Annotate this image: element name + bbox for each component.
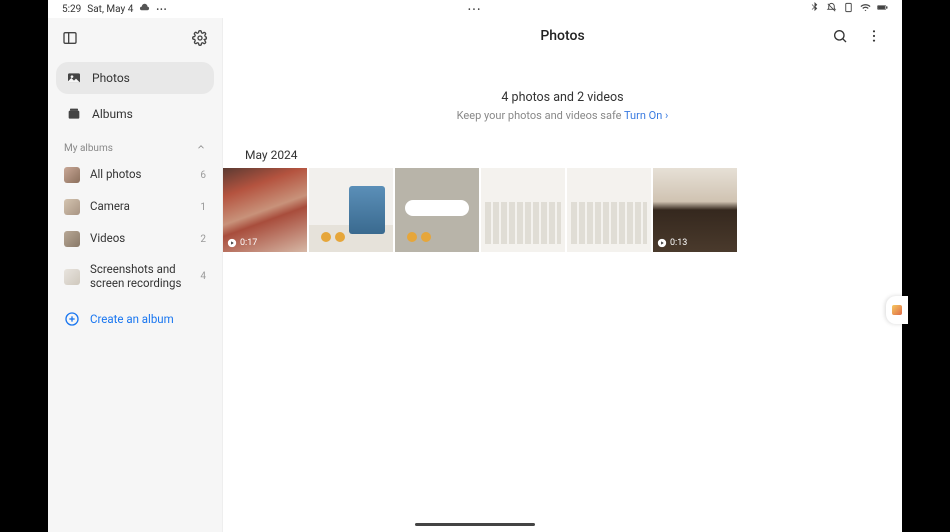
album-count: 6 bbox=[200, 170, 206, 181]
media-item-photo[interactable] bbox=[567, 168, 651, 252]
album-label: All photos bbox=[90, 168, 190, 182]
album-label: Videos bbox=[90, 232, 190, 246]
more-icon[interactable] bbox=[866, 28, 882, 48]
album-camera[interactable]: Camera 1 bbox=[48, 191, 222, 223]
media-item-photo[interactable] bbox=[309, 168, 393, 252]
cloud-icon bbox=[139, 2, 150, 16]
wifi-icon bbox=[860, 2, 871, 16]
status-date: Sat, May 4 bbox=[87, 4, 133, 15]
album-count: 1 bbox=[200, 202, 206, 213]
bluetooth-icon bbox=[809, 2, 820, 16]
tablet-icon bbox=[843, 2, 854, 16]
dnd-icon bbox=[826, 2, 837, 16]
sidebar: Photos Albums My albums All photos 6 Cam… bbox=[48, 18, 223, 532]
create-album-label: Create an album bbox=[90, 312, 174, 326]
nav-photos[interactable]: Photos bbox=[56, 62, 214, 94]
my-albums-title: My albums bbox=[64, 143, 113, 154]
media-item-photo[interactable] bbox=[481, 168, 565, 252]
chevron-up-icon bbox=[196, 142, 206, 155]
media-item-video[interactable]: 0:13 bbox=[653, 168, 737, 252]
battery-icon bbox=[877, 2, 888, 16]
photo-grid: 0:17 0:13 bbox=[223, 168, 902, 252]
nav-albums-label: Albums bbox=[92, 107, 133, 121]
camera-notch-dots: ••• bbox=[468, 5, 482, 14]
my-albums-header[interactable]: My albums bbox=[48, 132, 222, 159]
status-bar: 5:29 Sat, May 4 ••• ••• bbox=[48, 0, 902, 18]
search-icon[interactable] bbox=[832, 28, 848, 48]
nav-albums[interactable]: Albums bbox=[56, 98, 214, 130]
video-badge: 0:13 bbox=[657, 238, 687, 248]
album-count: 2 bbox=[200, 234, 206, 245]
home-indicator[interactable] bbox=[415, 523, 535, 526]
album-thumb bbox=[64, 167, 80, 183]
nav-photos-label: Photos bbox=[92, 71, 130, 85]
media-summary: 4 photos and 2 videos bbox=[223, 90, 902, 105]
album-screenshots[interactable]: Screenshots and screen recordings 4 bbox=[48, 255, 222, 299]
media-item-video[interactable]: 0:17 bbox=[223, 168, 307, 252]
settings-icon[interactable] bbox=[192, 30, 208, 50]
album-label: Screenshots and screen recordings bbox=[90, 263, 190, 291]
album-videos[interactable]: Videos 2 bbox=[48, 223, 222, 255]
main-content: Photos 4 photos and 2 videos Keep your p… bbox=[223, 18, 902, 532]
album-count: 4 bbox=[200, 271, 206, 282]
page-title: Photos bbox=[540, 28, 584, 44]
album-thumb bbox=[64, 199, 80, 215]
create-album-button[interactable]: Create an album bbox=[48, 299, 222, 339]
status-more-dots: ••• bbox=[156, 5, 167, 14]
media-item-photo[interactable] bbox=[395, 168, 479, 252]
status-time: 5:29 bbox=[62, 4, 81, 15]
album-label: Camera bbox=[90, 200, 190, 214]
date-group-label: May 2024 bbox=[245, 148, 902, 162]
turn-on-link[interactable]: Turn On › bbox=[624, 109, 668, 122]
backup-prompt: Keep your photos and videos safe Turn On… bbox=[223, 109, 902, 122]
video-badge: 0:17 bbox=[227, 238, 257, 248]
panel-layout-icon[interactable] bbox=[62, 30, 78, 50]
album-all-photos[interactable]: All photos 6 bbox=[48, 159, 222, 191]
edge-panel-handle[interactable] bbox=[886, 296, 908, 324]
album-thumb bbox=[64, 231, 80, 247]
album-thumb bbox=[64, 269, 80, 285]
